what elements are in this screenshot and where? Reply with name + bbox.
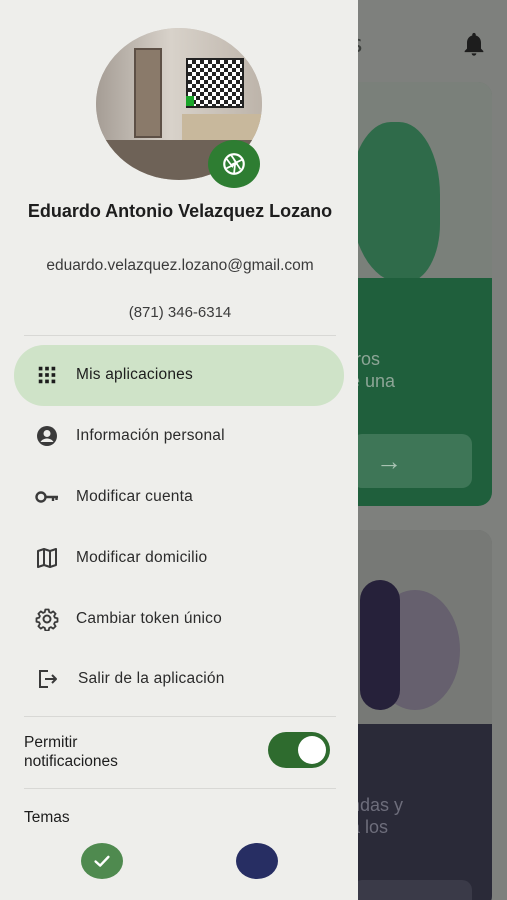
menu-item-modificar-cuenta[interactable]: Modificar cuenta [14, 467, 344, 528]
toggle-knob [298, 736, 326, 764]
logout-icon [34, 666, 60, 692]
menu-item-salir[interactable]: Salir de la aplicación [14, 649, 344, 710]
notifications-label: Permitir notificaciones [24, 734, 118, 770]
divider [24, 788, 336, 789]
card2-button [352, 880, 472, 900]
notifications-toggle[interactable] [268, 732, 330, 768]
account-circle-icon [34, 423, 60, 449]
check-icon [94, 855, 110, 867]
menu-item-informacion-personal[interactable]: Información personal [14, 406, 344, 467]
navigation-drawer: Eduardo Antonio Velazquez Lozano eduardo… [0, 0, 358, 900]
profile-email: eduardo.velazquez.lozano@gmail.com [46, 257, 314, 274]
drawer-menu: Mis aplicaciones Información personal Mo… [14, 345, 344, 710]
card1-button [352, 434, 472, 488]
menu-item-label: Modificar cuenta [76, 487, 193, 505]
grid-icon [34, 362, 60, 388]
theme-green-option[interactable] [81, 843, 123, 879]
arrow-right-icon: → [376, 446, 402, 476]
menu-item-mis-aplicaciones[interactable]: Mis aplicaciones [14, 345, 344, 406]
bell-icon[interactable] [460, 30, 488, 58]
profile-name: Eduardo Antonio Velazquez Lozano [27, 201, 333, 221]
themes-label: Temas [24, 809, 70, 826]
profile-phone: (871) 346-6314 [128, 304, 232, 321]
divider [24, 335, 336, 336]
menu-item-label: Información personal [76, 427, 225, 445]
menu-item-label: Cambiar token único [76, 609, 222, 627]
map-icon [34, 545, 60, 571]
menu-item-label: Salir de la aplicación [78, 670, 225, 688]
theme-navy-option[interactable] [236, 843, 278, 879]
menu-item-label: Mis aplicaciones [76, 366, 193, 384]
person-illustration [360, 580, 400, 710]
menu-item-label: Modificar domicilio [76, 548, 208, 566]
key-icon [34, 484, 60, 510]
change-photo-button[interactable] [208, 140, 260, 188]
camera-aperture-icon [223, 153, 245, 175]
divider [24, 716, 336, 717]
menu-item-cambiar-token[interactable]: Cambiar token único [14, 588, 344, 649]
gear-icon [34, 606, 60, 632]
menu-item-modificar-domicilio[interactable]: Modificar domicilio [14, 527, 344, 588]
